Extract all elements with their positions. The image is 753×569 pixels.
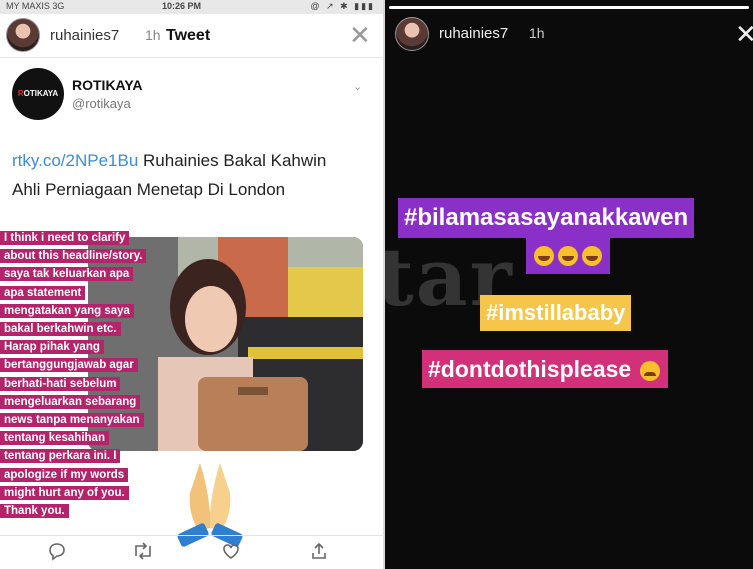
author-handle[interactable]: @rotikaya (72, 96, 131, 111)
caption-line: might hurt any of you. (0, 485, 129, 500)
hashtag-sticker: #imstillababy (480, 295, 632, 331)
status-icons: @ ↗ ✱ ▮▮▮ (310, 1, 375, 11)
chevron-down-icon[interactable]: ⌄ (353, 80, 362, 93)
status-bar: MY MAXIS 3G 10:26 PM @ ↗ ✱ ▮▮▮ (0, 0, 383, 14)
story-username[interactable]: ruhainies7 (439, 25, 508, 42)
caption-line: bakal berkahwin etc. (0, 322, 121, 337)
close-icon[interactable]: ✕ (735, 21, 753, 47)
clock: 10:26 PM (162, 1, 202, 11)
caption-line: tentang kesahihan (0, 431, 109, 446)
caption-line: berhati-hati sebelum (0, 376, 121, 391)
tweet-text: rtky.co/2NPe1Bu Ruhainies Bakal Kahwin A… (12, 146, 342, 204)
story-progress-bar (389, 6, 749, 9)
caption-line: mengatakan yang saya (0, 303, 134, 318)
caption-line: bertanggungjawab agar (0, 358, 138, 373)
caption-line: tentang perkara ini. I (0, 449, 121, 464)
instagram-story-panel: ruhainies7 1h ✕ Star #bilamasasayanakkaw… (385, 0, 753, 569)
caption-line: Thank you. (0, 504, 69, 519)
grinning-sweat-emoji-icon (582, 245, 602, 266)
caption-line: mengeluarkan sebarang (0, 394, 141, 409)
avatar[interactable] (395, 17, 429, 51)
tweet-story-panel: MY MAXIS 3G 10:26 PM @ ↗ ✱ ▮▮▮ ruhainies… (0, 0, 383, 569)
like-icon[interactable] (220, 541, 242, 563)
caption-line: Harap pihak yang (0, 340, 104, 355)
divider (0, 57, 383, 58)
hashtag-sticker: #dontdothisplease (422, 350, 668, 388)
avatar[interactable] (6, 18, 40, 52)
reply-icon[interactable] (46, 541, 68, 563)
story-header: ruhainies7 1h Tweet ✕ (0, 15, 383, 55)
story-age: 1h (145, 27, 161, 43)
hashtag-sticker: #bilamasasayanakkawen (398, 198, 695, 238)
share-icon[interactable] (308, 541, 330, 563)
close-icon[interactable]: ✕ (349, 22, 371, 48)
grinning-sweat-emoji-icon (534, 245, 554, 266)
story-age: 1h (529, 25, 545, 41)
emoji-sticker (526, 238, 610, 274)
caption-line: I think i need to clarify (0, 231, 130, 245)
caption-line: about this headline/story. (0, 249, 147, 264)
story-header: ruhainies7 1h ✕ (385, 14, 753, 54)
caption-line: saya tak keluarkan apa (0, 267, 134, 282)
tweet-action-bar (0, 535, 383, 569)
tired-face-emoji-icon (639, 360, 660, 381)
author-name[interactable]: ROTIKAYA (72, 77, 143, 93)
retweet-icon[interactable] (132, 541, 154, 563)
tweet-link[interactable]: rtky.co/2NPe1Bu (12, 151, 138, 170)
story-username[interactable]: ruhainies7 (50, 27, 119, 44)
author-avatar[interactable]: ROTIKAYA (12, 68, 64, 120)
caption-line: news tanpa menanyakan (0, 413, 144, 428)
grinning-sweat-emoji-icon (558, 245, 578, 266)
carrier-label: MY MAXIS 3G (6, 1, 65, 11)
page-title: Tweet (166, 27, 211, 44)
caption-line: apologize if my words (0, 467, 129, 482)
caption-line: apa statement (0, 285, 86, 300)
